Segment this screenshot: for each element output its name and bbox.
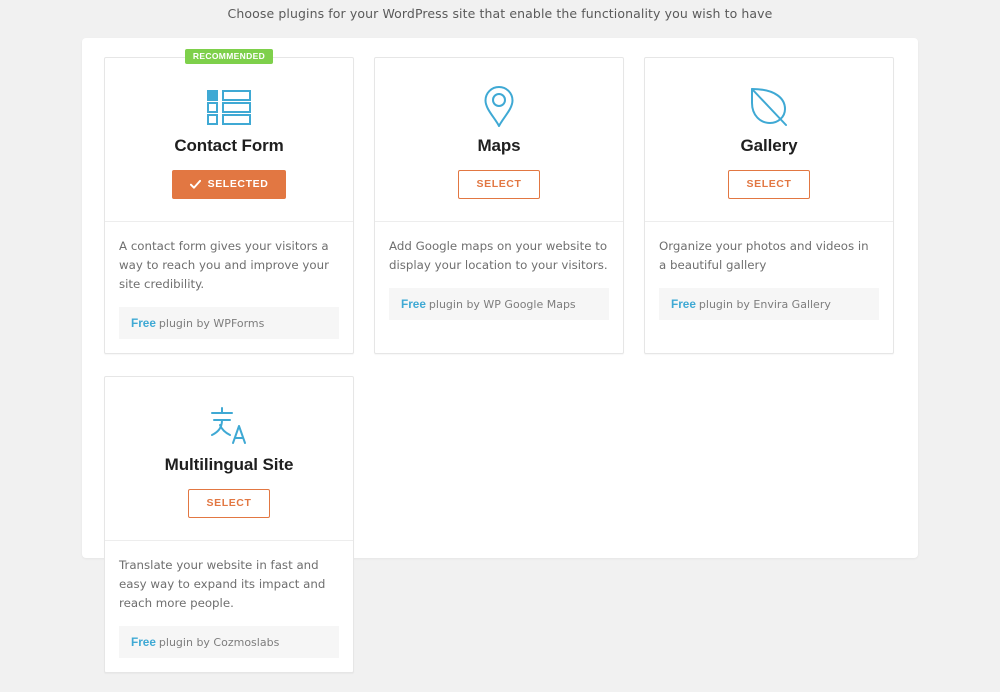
- plugin-price-label: Free: [671, 296, 696, 311]
- plugin-description: Translate your website in fast and easy …: [119, 557, 326, 611]
- plugin-card-gallery[interactable]: Gallery SELECT Organize your photos and …: [644, 57, 894, 355]
- select-button[interactable]: SELECT: [728, 170, 810, 199]
- select-button[interactable]: SELECT: [458, 170, 540, 199]
- leaf-icon: [751, 88, 787, 126]
- select-button-label: SELECT: [476, 178, 522, 190]
- plugin-title: Maps: [477, 136, 521, 155]
- plugin-card-top: Multilingual Site SELECT: [105, 377, 353, 541]
- select-button-label: SELECT: [206, 497, 252, 510]
- plugin-meta: Free plugin by WPForms: [119, 307, 339, 340]
- check-icon: [189, 179, 201, 190]
- plugin-price-label: Free: [131, 316, 156, 331]
- plugin-card-top: Contact Form SELECTED: [105, 58, 353, 222]
- page-instruction: Choose plugins for your WordPress site t…: [227, 5, 773, 21]
- plugin-author-label: plugin by WPForms: [158, 317, 265, 331]
- list-icon: [207, 90, 251, 125]
- plugin-description: A contact form gives your visitors a way…: [119, 239, 329, 292]
- plugin-description: Organize your photos and videos in a bea…: [659, 238, 869, 272]
- plugin-card-maps[interactable]: Maps SELECT Add Google maps on your webs…: [374, 57, 624, 355]
- plugin-price-label: Free: [131, 635, 156, 650]
- plugins-panel: RECOMMENDED Contact Form SELECTED A cont…: [82, 38, 918, 674]
- translate-icon: [211, 407, 246, 445]
- plugin-card-multilingual-site[interactable]: Multilingual Site SELECT Translate your …: [104, 376, 354, 674]
- plugin-meta: Free plugin by WP Google Maps: [389, 287, 609, 320]
- plugin-meta: Free plugin by Envira Gallery: [659, 287, 879, 320]
- page-header: Choose plugins for your WordPress site t…: [0, 0, 1000, 26]
- plugin-card-body: Add Google maps on your website to displ…: [375, 222, 623, 334]
- map-pin-icon: [484, 86, 514, 127]
- selected-button-label: SELECTED: [207, 178, 269, 191]
- plugin-card-top: Gallery SELECT: [645, 58, 893, 222]
- plugin-author-label: plugin by Envira Gallery: [698, 297, 831, 311]
- plugin-author-label: plugin by Cozmoslabs: [158, 636, 280, 650]
- plugin-icon-wrap: [115, 403, 343, 449]
- plugin-icon-wrap: [385, 84, 613, 130]
- plugin-cards-grid: RECOMMENDED Contact Form SELECTED A cont…: [82, 38, 918, 692]
- plugin-title: Contact Form: [174, 136, 284, 155]
- plugin-card-contact-form[interactable]: RECOMMENDED Contact Form SELECTED A cont…: [104, 49, 354, 355]
- plugin-meta: Free plugin by Cozmoslabs: [119, 626, 339, 659]
- plugin-card-top: Maps SELECT: [375, 58, 623, 222]
- plugin-card-body: Translate your website in fast and easy …: [105, 541, 353, 672]
- plugin-icon-wrap: [655, 84, 883, 130]
- select-button-label: SELECT: [746, 178, 792, 190]
- select-button[interactable]: SELECT: [188, 489, 270, 518]
- plugin-card-body: A contact form gives your visitors a way…: [105, 222, 353, 353]
- plugin-author-label: plugin by WP Google Maps: [428, 297, 576, 311]
- plugin-card-body: Organize your photos and videos in a bea…: [645, 222, 893, 334]
- plugin-description: Add Google maps on your website to displ…: [389, 238, 608, 272]
- plugin-title: Gallery: [740, 136, 798, 155]
- plugin-title: Multilingual Site: [164, 455, 294, 475]
- plugin-icon-wrap: [115, 84, 343, 130]
- plugin-price-label: Free: [401, 296, 426, 311]
- selected-button[interactable]: SELECTED: [171, 170, 287, 199]
